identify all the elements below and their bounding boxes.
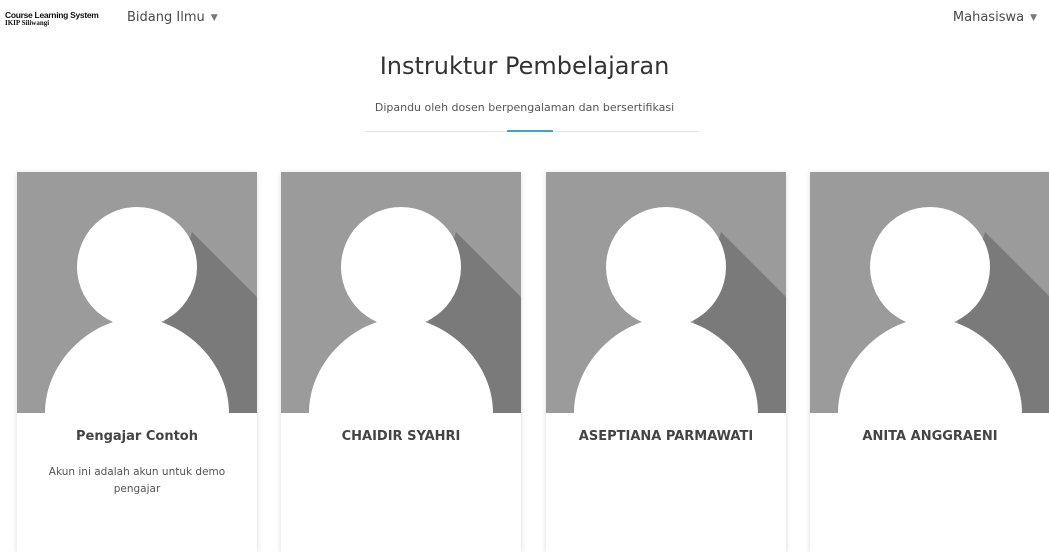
title-divider-accent [507, 130, 553, 132]
user-avatar-icon [546, 172, 786, 413]
bidang-ilmu-dropdown[interactable]: Bidang Ilmu ▼ [127, 10, 218, 25]
mahasiswa-dropdown[interactable]: Mahasiswa ▼ [953, 10, 1037, 25]
site-logo[interactable]: Course Learning System IKIP Siliwangi [5, 11, 99, 27]
chevron-down-icon: ▼ [1030, 13, 1037, 23]
section-title: Instruktur Pembelajaran [379, 52, 670, 80]
user-avatar-icon [281, 172, 521, 413]
instructor-name: Pengajar Contoh [76, 429, 198, 444]
user-avatar-icon [810, 172, 1049, 413]
mahasiswa-label: Mahasiswa [952, 10, 1025, 25]
instructor-card[interactable]: Pengajar Contoh Akun ini adalah akun unt… [17, 172, 257, 552]
logo-subtitle: IKIP Siliwangi [5, 19, 50, 27]
bidang-ilmu-label: Bidang Ilmu [127, 10, 205, 25]
instructor-name: CHAIDIR SYAHRI [341, 429, 461, 444]
instructor-description: Akun ini adalah akun untuk demo pengajar [48, 466, 226, 495]
chevron-down-icon: ▼ [210, 13, 218, 23]
instructor-card[interactable]: CHAIDIR SYAHRI [281, 172, 521, 552]
instructor-card[interactable]: ASEPTIANA PARMAWATI [546, 172, 786, 552]
user-avatar-icon [17, 172, 257, 413]
instructor-name: ANITA ANGGRAENI [862, 429, 998, 444]
logo-title: Course Learning System [5, 10, 99, 20]
top-navbar: Course Learning System IKIP Siliwangi Bi… [0, 0, 1049, 40]
section-subtitle: Dipandu oleh dosen berpengalaman dan ber… [374, 101, 675, 114]
instructor-name: ASEPTIANA PARMAWATI [578, 429, 754, 444]
instructor-card[interactable]: ANITA ANGGRAENI [810, 172, 1049, 552]
